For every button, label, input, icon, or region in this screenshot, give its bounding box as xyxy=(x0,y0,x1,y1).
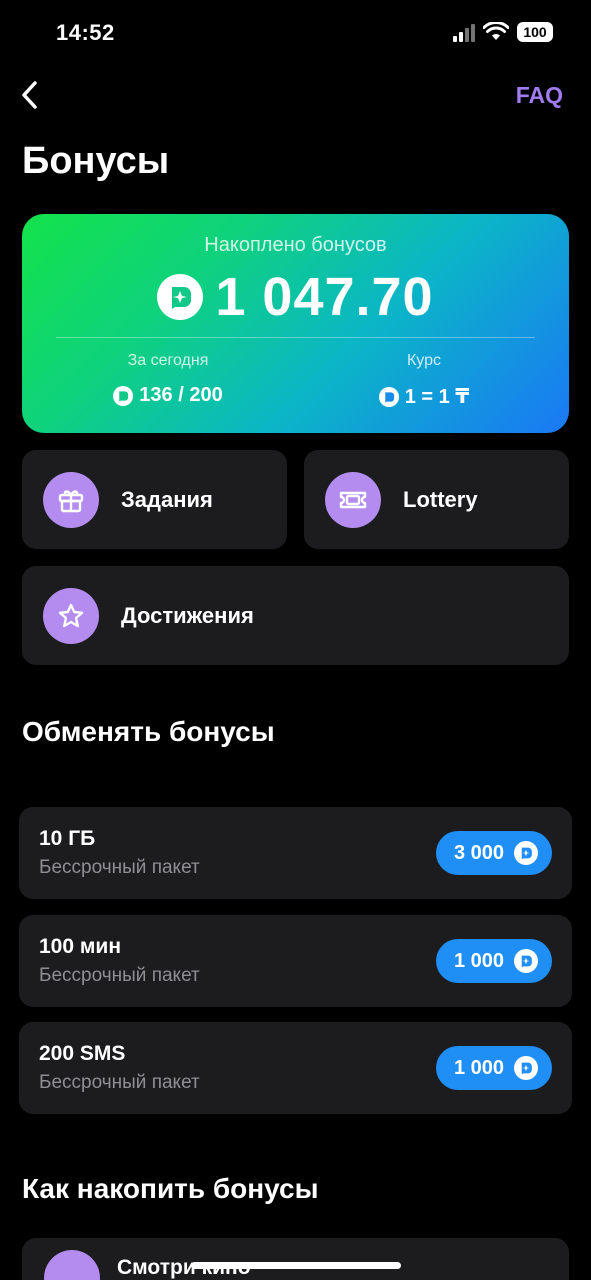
ticket-icon xyxy=(325,471,381,528)
back-button[interactable] xyxy=(14,78,46,112)
rate-stat: Курс 1 = 1 ₸ xyxy=(304,352,544,409)
earn-item-card[interactable]: Смотри кино xyxy=(22,1238,569,1280)
lottery-tile[interactable]: Lottery xyxy=(304,450,569,549)
bonus-coin-icon xyxy=(514,1056,538,1080)
offer-name: 100 мин xyxy=(39,935,122,958)
balance-card: Накоплено бонусов 1 047.70 За сегодня 13… xyxy=(22,214,569,433)
today-label: За сегодня xyxy=(127,352,209,369)
offer-price-button[interactable]: 1 000 xyxy=(435,1046,552,1090)
battery-indicator: 100 xyxy=(517,22,553,42)
balance-divider xyxy=(56,337,535,338)
bonus-coin-icon xyxy=(514,949,538,973)
tasks-label: Задания xyxy=(121,486,213,512)
bonus-coin-icon xyxy=(157,274,204,320)
home-indicator[interactable] xyxy=(191,1262,401,1269)
offer-subtitle: Бессрочный пакет xyxy=(39,1072,200,1093)
balance-amount: 1 047.70 xyxy=(215,267,434,327)
lottery-label: Lottery xyxy=(403,486,478,512)
status-icons: 100 xyxy=(453,22,553,42)
offer-subtitle: Бессрочный пакет xyxy=(39,857,200,878)
offer-card[interactable]: 10 ГБ Бессрочный пакет 3 000 xyxy=(19,807,572,899)
offer-subtitle: Бессрочный пакет xyxy=(39,965,200,986)
bonus-coin-icon xyxy=(378,386,399,407)
balance-label: Накоплено бонусов xyxy=(204,234,387,256)
today-stat: За сегодня 136 / 200 xyxy=(48,352,288,407)
offer-price: 1 000 xyxy=(453,1056,504,1079)
offer-price-button[interactable]: 3 000 xyxy=(435,831,552,875)
page-title: Бонусы xyxy=(22,140,170,182)
faq-link[interactable]: FAQ xyxy=(516,82,563,109)
offer-price: 1 000 xyxy=(453,949,504,972)
earn-section-title: Как накопить бонусы xyxy=(22,1173,319,1204)
rate-label: Курс xyxy=(406,352,442,369)
status-bar: 14:52 100 xyxy=(0,0,591,68)
star-icon xyxy=(43,587,99,644)
balance-amount-row: 1 047.70 xyxy=(22,266,569,328)
bonus-coin-icon xyxy=(514,841,538,865)
exchange-section-title: Обменять бонусы xyxy=(22,716,275,747)
rate-value: 1 = 1 ₸ xyxy=(404,386,470,408)
today-value: 136 / 200 xyxy=(139,384,223,406)
offer-card[interactable]: 100 мин Бессрочный пакет 1 000 xyxy=(19,915,572,1007)
status-time: 14:52 xyxy=(56,20,115,45)
offer-name: 10 ГБ xyxy=(39,827,96,850)
cellular-signal-icon xyxy=(453,22,475,42)
chevron-left-icon xyxy=(22,81,37,109)
achievements-tile[interactable]: Достижения xyxy=(22,566,569,665)
offer-price: 3 000 xyxy=(453,841,504,864)
wifi-icon xyxy=(483,22,509,40)
earn-item-icon xyxy=(44,1250,100,1280)
gift-icon xyxy=(43,471,99,528)
offer-card[interactable]: 200 SMS Бессрочный пакет 1 000 xyxy=(19,1022,572,1114)
tasks-tile[interactable]: Задания xyxy=(22,450,287,549)
offer-price-button[interactable]: 1 000 xyxy=(435,939,552,983)
offer-name: 200 SMS xyxy=(39,1042,126,1065)
bonus-coin-icon xyxy=(113,385,134,406)
achievements-label: Достижения xyxy=(121,602,254,628)
